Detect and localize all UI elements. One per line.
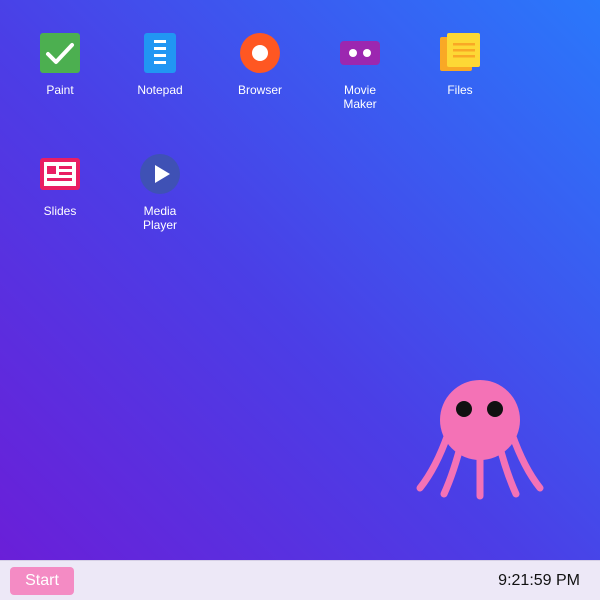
icon-label-browser: Browser bbox=[237, 83, 282, 97]
desktop-icon-media-player[interactable]: Media Player bbox=[120, 154, 200, 246]
octopus-mascot bbox=[416, 380, 544, 500]
desktop-icon-files[interactable]: Files bbox=[420, 33, 500, 125]
desktop-icon-notepad[interactable]: Notepad bbox=[120, 33, 200, 125]
icon-label-notepad: Notepad bbox=[137, 83, 183, 97]
movie-icon bbox=[340, 41, 380, 65]
taskbar-clock: 9:21:59 PM bbox=[498, 572, 580, 589]
taskbar: Start 9:21:59 PM bbox=[0, 560, 600, 600]
desktop-icon-slides[interactable]: Slides bbox=[20, 154, 100, 246]
browser-icon bbox=[240, 33, 280, 73]
icon-label-files: Files bbox=[447, 83, 473, 97]
folder-icon bbox=[440, 33, 480, 71]
desktop-icon-paint[interactable]: Paint bbox=[20, 33, 100, 125]
icon-label-paint: Paint bbox=[46, 83, 74, 97]
check-icon bbox=[40, 33, 80, 73]
desktop: Paint Notepad Browser Movie Maker Files … bbox=[0, 0, 600, 560]
notepad-icon bbox=[144, 33, 176, 73]
play-icon bbox=[140, 154, 180, 194]
slides-icon bbox=[40, 158, 80, 190]
icon-label-media-player: Media Player bbox=[142, 204, 177, 232]
desktop-icon-movie-maker[interactable]: Movie Maker bbox=[320, 33, 400, 125]
icon-label-slides: Slides bbox=[43, 204, 77, 218]
icon-label-movie-maker: Movie Maker bbox=[343, 83, 377, 111]
start-button[interactable]: Start bbox=[10, 567, 74, 595]
desktop-icon-browser[interactable]: Browser bbox=[220, 33, 300, 125]
